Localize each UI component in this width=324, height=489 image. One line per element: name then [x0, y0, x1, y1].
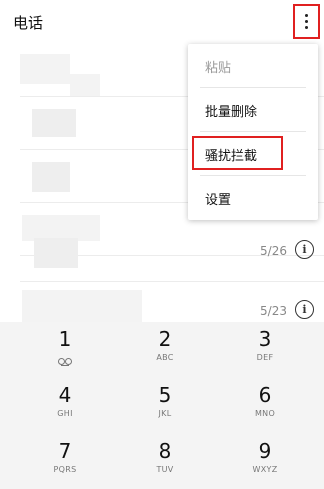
dial-key-4[interactable]: 4 GHI — [15, 378, 115, 432]
more-options-button[interactable] — [293, 4, 320, 39]
menu-item-harassment-block[interactable]: 骚扰拦截 — [188, 132, 318, 176]
blurred-contact — [20, 54, 70, 84]
menu-item-batch-delete[interactable]: 批量删除 — [188, 88, 318, 132]
dial-key-6[interactable]: 6 MNO — [215, 378, 315, 432]
voicemail-icon — [58, 358, 72, 366]
more-vert-icon — [305, 14, 308, 17]
call-log-row[interactable]: 5/26 i — [0, 226, 324, 282]
app-header: 电话 — [0, 0, 324, 44]
dialpad: 1 2 ABC 3 DEF 4 GHI 5 JKL 6 MNO 7 PQRS 8… — [0, 322, 324, 489]
menu-item-settings[interactable]: 设置 — [188, 176, 318, 220]
overflow-menu: 粘贴 批量删除 骚扰拦截 设置 — [188, 44, 318, 220]
dial-key-8[interactable]: 8 TUV — [115, 434, 215, 488]
blurred-contact — [32, 162, 70, 192]
dial-key-9[interactable]: 9 WXYZ — [215, 434, 315, 488]
blurred-contact — [34, 238, 78, 268]
info-icon[interactable]: i — [295, 240, 314, 259]
blurred-contact — [32, 109, 76, 137]
call-date: 5/26 — [260, 244, 287, 258]
call-log-row[interactable]: 5/23 i — [0, 282, 324, 322]
page-title: 电话 — [13, 14, 44, 32]
dial-key-5[interactable]: 5 JKL — [115, 378, 215, 432]
info-icon[interactable]: i — [295, 300, 314, 319]
blurred-contact — [22, 290, 142, 322]
menu-item-paste[interactable]: 粘贴 — [188, 44, 318, 88]
dial-key-3[interactable]: 3 DEF — [215, 322, 315, 376]
dial-key-7[interactable]: 7 PQRS — [15, 434, 115, 488]
call-date: 5/23 — [260, 304, 287, 318]
dial-key-2[interactable]: 2 ABC — [115, 322, 215, 376]
dial-key-1[interactable]: 1 — [15, 322, 115, 376]
